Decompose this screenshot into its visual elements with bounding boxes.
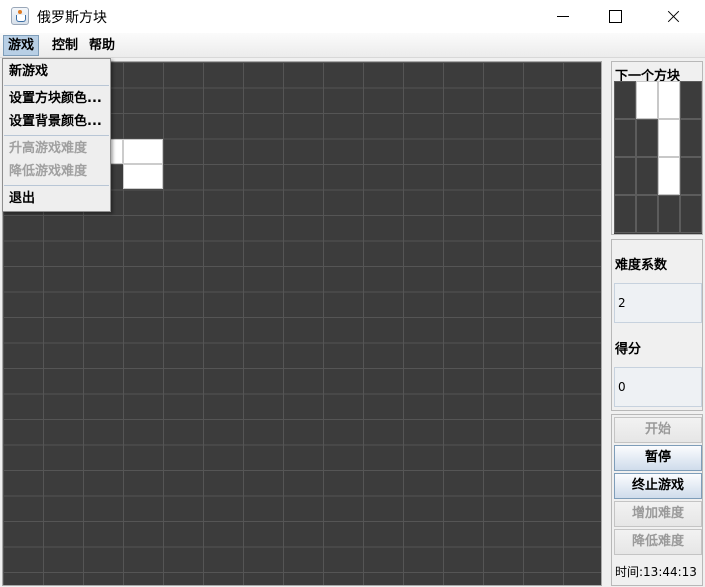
difficulty-value-field: 2 [614, 283, 702, 323]
increase-difficulty-button[interactable]: 增加难度 [614, 501, 702, 527]
menu-game[interactable]: 游戏 [3, 35, 40, 56]
maximize-icon[interactable] [592, 0, 638, 33]
control-panel: 开始 暂停 终止游戏 增加难度 降低难度 时间:13:44:13 [611, 414, 703, 586]
next-piece-block [658, 81, 680, 119]
score-value-field: 0 [614, 367, 702, 407]
menu-item-exit[interactable]: 退出 [3, 188, 110, 210]
board-block [123, 138, 163, 164]
next-piece-cell [614, 157, 636, 195]
next-piece-grid [614, 81, 702, 234]
menu-separator [4, 185, 109, 186]
window-title: 俄罗斯方块 [37, 10, 107, 26]
pause-button[interactable]: 暂停 [614, 445, 702, 471]
next-piece-cell [614, 119, 636, 157]
board-block [123, 164, 163, 189]
decrease-difficulty-button[interactable]: 降低难度 [614, 529, 702, 555]
close-icon[interactable] [650, 0, 696, 33]
title-bar: 俄罗斯方块 [0, 0, 705, 33]
menu-separator [4, 135, 109, 136]
clock-label: 时间:13:44:13 [615, 565, 697, 579]
next-piece-cell [614, 81, 636, 119]
next-piece-block [658, 157, 680, 195]
minimize-icon[interactable] [540, 0, 586, 33]
next-piece-cell [680, 81, 702, 119]
menu-item-background-color[interactable]: 设置背景颜色... [3, 111, 110, 133]
menu-bar: 游戏 控制 帮助 [0, 33, 705, 58]
menu-item-block-color[interactable]: 设置方块颜色... [3, 88, 110, 110]
next-piece-cell [614, 195, 636, 233]
next-piece-cell [636, 157, 658, 195]
java-cup-icon [11, 7, 29, 25]
next-piece-cell [636, 195, 658, 233]
menu-separator [4, 85, 109, 86]
next-piece-block [636, 81, 658, 119]
start-button[interactable]: 开始 [614, 417, 702, 443]
next-piece-block [658, 119, 680, 157]
next-piece-panel: 下一个方块 [611, 61, 703, 235]
next-piece-cell [658, 195, 680, 233]
game-menu-dropdown: 新游戏 设置方块颜色... 设置背景颜色... 升高游戏难度 降低游戏难度 退出 [2, 58, 111, 212]
menu-control[interactable]: 控制 [48, 35, 82, 56]
info-panel: 难度系数 2 得分 0 [611, 239, 703, 411]
next-piece-cell [680, 195, 702, 233]
next-piece-cell [636, 119, 658, 157]
menu-item-raise-difficulty[interactable]: 升高游戏难度 [3, 138, 110, 160]
menu-item-new-game[interactable]: 新游戏 [3, 61, 110, 83]
difficulty-label: 难度系数 [615, 258, 668, 273]
stop-game-button[interactable]: 终止游戏 [614, 473, 702, 499]
menu-item-lower-difficulty[interactable]: 降低游戏难度 [3, 161, 110, 183]
next-piece-cell [680, 157, 702, 195]
score-label: 得分 [615, 342, 642, 357]
next-piece-cell [680, 119, 702, 157]
menu-help[interactable]: 帮助 [85, 35, 119, 56]
